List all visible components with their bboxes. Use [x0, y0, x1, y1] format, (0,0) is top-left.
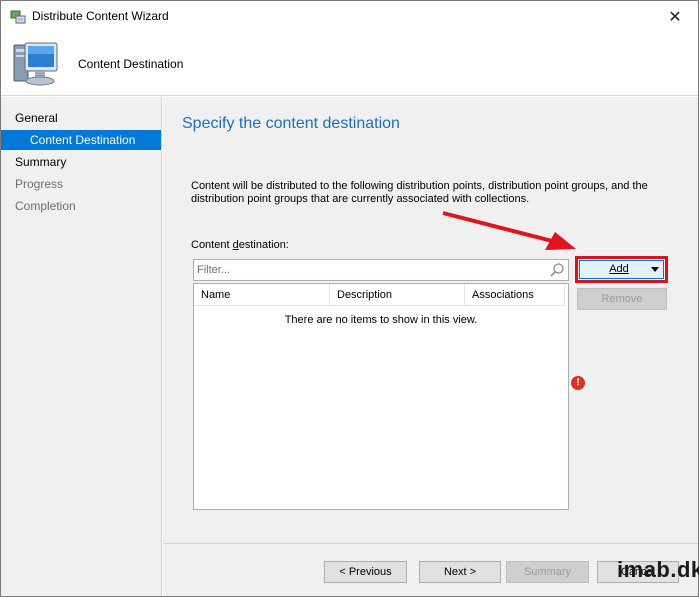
- filter-input[interactable]: Filter...: [193, 259, 569, 281]
- page-description: Content will be distributed to the follo…: [191, 180, 648, 205]
- content-destination-label: Content destination:: [191, 239, 289, 251]
- column-header-associations[interactable]: Associations: [465, 284, 565, 306]
- wizard-nav: General Content Destination Summary Prog…: [1, 97, 162, 596]
- wizard-app-icon: [10, 10, 26, 24]
- nav-item-summary[interactable]: Summary: [1, 152, 161, 172]
- dropdown-arrow-icon: [651, 267, 659, 272]
- next-button-label: Next >: [443, 566, 477, 578]
- nav-item-general[interactable]: General: [1, 108, 161, 128]
- title-bar: Distribute Content Wizard ✕: [1, 1, 698, 32]
- column-header-name[interactable]: Name: [194, 284, 330, 306]
- add-button-label: Add: [609, 263, 629, 275]
- watermark: imab.dk: [617, 557, 699, 582]
- search-icon[interactable]: [549, 262, 565, 278]
- empty-list-message: There are no items to show in this view.: [284, 314, 478, 326]
- page-title: Specify the content destination: [182, 115, 400, 132]
- previous-button[interactable]: < Previous: [324, 561, 407, 583]
- wizard-page: Specify the content destination Content …: [163, 97, 698, 596]
- summary-button-label: Summary: [523, 566, 572, 578]
- filter-placeholder: Filter...: [197, 264, 231, 276]
- error-icon: !: [571, 376, 585, 390]
- computer-monitor-icon: [13, 42, 58, 86]
- nav-item-completion: Completion: [15, 199, 76, 213]
- column-header-description[interactable]: Description: [330, 284, 465, 306]
- close-icon: ✕: [668, 8, 682, 26]
- add-button-highlight: Add: [575, 256, 668, 283]
- previous-button-label: < Previous: [339, 566, 392, 578]
- content-destination-list[interactable]: Name Description Associations There are …: [193, 283, 569, 510]
- footer-divider: [163, 543, 698, 544]
- nav-item-content-destination[interactable]: Content Destination: [1, 130, 161, 150]
- close-button[interactable]: ✕: [652, 1, 698, 32]
- summary-button[interactable]: Summary: [506, 561, 589, 583]
- header-title: Content Destination: [78, 57, 184, 71]
- add-button[interactable]: Add: [579, 260, 664, 279]
- wizard-window: Distribute Content Wizard ✕ Content Dest…: [0, 0, 699, 597]
- next-button[interactable]: Next >: [419, 561, 501, 583]
- wizard-header: Content Destination: [1, 32, 698, 96]
- remove-button-label: Remove: [601, 293, 643, 305]
- nav-item-progress: Progress: [15, 177, 64, 191]
- remove-button[interactable]: Remove: [577, 288, 667, 310]
- window-title: Distribute Content Wizard: [32, 9, 169, 23]
